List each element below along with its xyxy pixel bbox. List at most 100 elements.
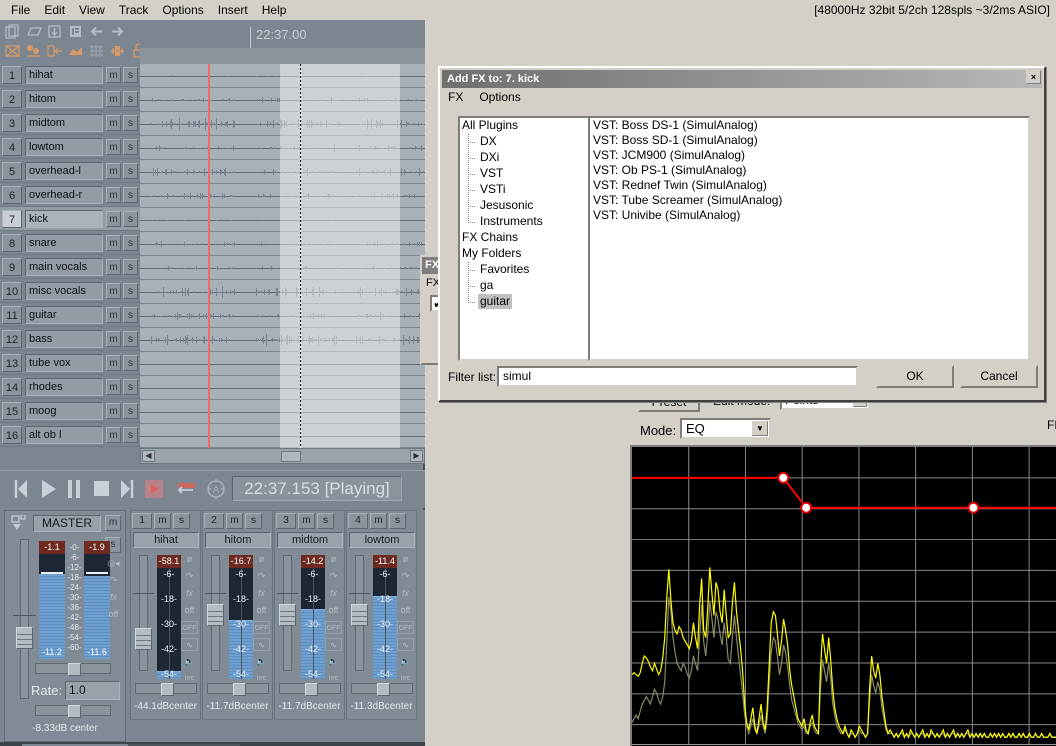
fx-icon[interactable]: fx: [181, 587, 198, 600]
tree-node[interactable]: Jesusonic: [460, 198, 590, 214]
track-mute-button[interactable]: m: [106, 307, 121, 323]
channel-solo-button[interactable]: s: [245, 513, 262, 529]
track-name-field[interactable]: moog: [25, 402, 103, 420]
channel-pan-slider[interactable]: [135, 683, 197, 694]
master-pan-slider[interactable]: [35, 663, 111, 674]
plugin-category-tree[interactable]: All PluginsDXDXiVSTVSTiJesusonicInstrume…: [458, 116, 592, 361]
off-button[interactable]: OFF: [253, 621, 270, 634]
track-solo-button[interactable]: s: [123, 307, 138, 323]
track-solo-button[interactable]: s: [123, 331, 138, 347]
grid-icon[interactable]: [88, 43, 106, 60]
scroll-right-arrow[interactable]: ▶: [410, 450, 423, 462]
plugin-list-item[interactable]: VST: JCM900 (SimulAnalog): [590, 148, 1028, 163]
master-volume-fader[interactable]: [20, 539, 29, 699]
tree-node[interactable]: DXi: [460, 150, 590, 166]
track-mute-button[interactable]: m: [106, 91, 121, 107]
master-mute-button[interactable]: m: [105, 515, 121, 531]
track-row[interactable]: 16alt ob lms: [0, 423, 140, 447]
track-row[interactable]: 4lowtomms: [0, 135, 140, 159]
master-phase-icon[interactable]: ◎◂: [105, 557, 122, 570]
waveform-track[interactable]: [140, 64, 425, 88]
track-row[interactable]: 14rhodesms: [0, 375, 140, 399]
repeat-button[interactable]: [176, 477, 198, 504]
track-mute-button[interactable]: m: [106, 403, 121, 419]
snap-icon[interactable]: [109, 43, 127, 60]
monitor-icon[interactable]: 🔈: [253, 655, 270, 668]
track-name-field[interactable]: snare: [25, 234, 103, 252]
channel-solo-button[interactable]: s: [389, 513, 406, 529]
track-name-field[interactable]: rhodes: [25, 378, 103, 396]
track-row[interactable]: 10misc vocalsms: [0, 279, 140, 303]
track-mute-button[interactable]: m: [106, 427, 121, 443]
group-items-icon[interactable]: [25, 43, 43, 60]
monitor-icon[interactable]: 🔈: [325, 655, 342, 668]
waveform-track[interactable]: [140, 400, 425, 424]
waveform-track[interactable]: [140, 304, 425, 328]
track-mute-button[interactable]: m: [106, 259, 121, 275]
track-row[interactable]: 11guitarms: [0, 303, 140, 327]
track-name-field[interactable]: overhead-l: [25, 162, 103, 180]
track-row[interactable]: 7kickms: [0, 207, 140, 231]
track-row[interactable]: 15moogms: [0, 399, 140, 423]
menu-view[interactable]: View: [72, 1, 112, 19]
eq-control-point[interactable]: [968, 503, 978, 513]
channel-mute-button[interactable]: m: [298, 513, 315, 529]
arrow-left-icon[interactable]: [88, 24, 106, 41]
item-down-icon[interactable]: [46, 24, 64, 41]
copy-icon[interactable]: [4, 24, 22, 41]
eq-mode-select[interactable]: EQ ▼: [680, 418, 771, 439]
phase-invert-icon[interactable]: ø: [397, 553, 414, 566]
channel-name[interactable]: lowtom: [349, 532, 415, 548]
plugin-list-item[interactable]: VST: Tube Screamer (SimulAnalog): [590, 193, 1028, 208]
track-row[interactable]: 3midtomms: [0, 111, 140, 135]
waveform-track[interactable]: [140, 184, 425, 208]
track-name-field[interactable]: misc vocals: [25, 282, 103, 300]
track-row[interactable]: 2hitomms: [0, 87, 140, 111]
track-mute-button[interactable]: m: [106, 355, 121, 371]
ok-button[interactable]: OK: [876, 365, 954, 388]
track-solo-button[interactable]: s: [123, 187, 138, 203]
track-solo-button[interactable]: s: [123, 139, 138, 155]
track-name-field[interactable]: hihat: [25, 66, 103, 84]
channel-fader-thumb[interactable]: [351, 604, 368, 626]
layout-icon[interactable]: [67, 24, 85, 41]
routing-icon[interactable]: ↷: [181, 570, 198, 583]
arrow-right-icon[interactable]: [109, 24, 127, 41]
master-fader-thumb[interactable]: [16, 627, 33, 649]
track-mute-button[interactable]: m: [106, 211, 121, 227]
waveform-track[interactable]: [140, 88, 425, 112]
pause-button[interactable]: [66, 477, 82, 504]
tree-node[interactable]: FX Chains: [460, 230, 590, 246]
tree-node[interactable]: ga: [460, 278, 590, 294]
plugin-list-item[interactable]: VST: Univibe (SimulAnalog): [590, 208, 1028, 223]
track-row[interactable]: 5overhead-lms: [0, 159, 140, 183]
track-row[interactable]: 13tube voxms: [0, 351, 140, 375]
track-solo-button[interactable]: s: [123, 115, 138, 131]
arrange-view[interactable]: [140, 56, 425, 453]
channel-pan-slider[interactable]: [207, 683, 269, 694]
track-row[interactable]: 6overhead-rms: [0, 183, 140, 207]
envelope-icon[interactable]: ∿: [397, 638, 414, 651]
go-to-end-button[interactable]: [118, 477, 136, 504]
channel-solo-button[interactable]: s: [173, 513, 190, 529]
waveform-track[interactable]: [140, 424, 425, 448]
track-mute-button[interactable]: m: [106, 163, 121, 179]
routing-icon[interactable]: ↷: [325, 570, 342, 583]
waveform-track[interactable]: [140, 112, 425, 136]
waveform-track[interactable]: [140, 208, 425, 232]
track-row[interactable]: 12bassms: [0, 327, 140, 351]
master-pan-thumb[interactable]: [68, 663, 81, 676]
eq-control-point[interactable]: [778, 473, 788, 483]
off-button[interactable]: OFF: [325, 621, 342, 634]
master-rate-thumb[interactable]: [68, 705, 81, 718]
channel-name[interactable]: hitom: [205, 532, 271, 548]
waveform-track[interactable]: [140, 328, 425, 352]
cancel-button[interactable]: Cancel: [960, 365, 1038, 388]
off-button[interactable]: OFF: [181, 621, 198, 634]
item-properties-icon[interactable]: [25, 24, 43, 41]
plugin-list-item[interactable]: VST: Rednef Twin (SimulAnalog): [590, 178, 1028, 193]
track-name-field[interactable]: main vocals: [25, 258, 103, 276]
fx-icon[interactable]: fx: [325, 587, 342, 600]
track-mute-button[interactable]: m: [106, 187, 121, 203]
envelope-icon[interactable]: ∿: [181, 638, 198, 651]
